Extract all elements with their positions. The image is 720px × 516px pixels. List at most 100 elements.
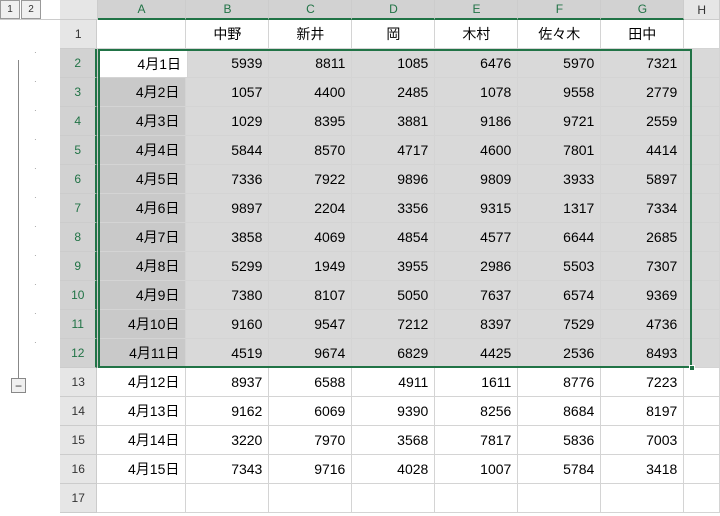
data-cell[interactable]: 2685 xyxy=(601,223,684,252)
cell-empty[interactable] xyxy=(518,484,601,513)
data-cell[interactable]: 1611 xyxy=(435,368,518,397)
data-cell[interactable]: 5836 xyxy=(518,426,601,455)
data-cell[interactable]: 3881 xyxy=(352,107,435,136)
data-cell[interactable]: 6476 xyxy=(435,49,518,78)
data-cell[interactable]: 8570 xyxy=(269,136,352,165)
row-header-8[interactable]: 8 xyxy=(60,223,97,252)
data-cell[interactable]: 4736 xyxy=(601,310,684,339)
header-cell[interactable]: 新井 xyxy=(269,20,352,49)
data-cell[interactable]: 1057 xyxy=(186,78,269,107)
data-cell[interactable]: 3933 xyxy=(518,165,601,194)
data-cell[interactable]: 6588 xyxy=(269,368,352,397)
select-all-corner[interactable] xyxy=(60,0,98,20)
header-cell[interactable]: 岡 xyxy=(352,20,435,49)
row-header-17[interactable]: 17 xyxy=(60,484,97,513)
cell-empty[interactable] xyxy=(684,339,720,368)
date-cell[interactable]: 4月8日 xyxy=(97,252,186,281)
data-cell[interactable]: 9160 xyxy=(186,310,269,339)
cell-empty[interactable] xyxy=(269,484,352,513)
row-header-5[interactable]: 5 xyxy=(60,136,97,165)
row-header-7[interactable]: 7 xyxy=(60,194,97,223)
data-cell[interactable]: 5897 xyxy=(601,165,684,194)
data-cell[interactable]: 2485 xyxy=(352,78,435,107)
data-cell[interactable]: 1949 xyxy=(269,252,352,281)
cell-empty[interactable] xyxy=(684,484,720,513)
data-cell[interactable]: 9315 xyxy=(435,194,518,223)
data-cell[interactable]: 9721 xyxy=(518,107,601,136)
data-cell[interactable]: 7003 xyxy=(601,426,684,455)
cell-empty[interactable] xyxy=(684,281,720,310)
data-cell[interactable]: 7212 xyxy=(352,310,435,339)
row-header-1[interactable]: 1 xyxy=(60,20,97,49)
data-cell[interactable]: 9897 xyxy=(186,194,269,223)
data-cell[interactable]: 9896 xyxy=(352,165,435,194)
date-cell[interactable]: 4月11日 xyxy=(97,339,186,368)
row-header-13[interactable]: 13 xyxy=(60,368,97,397)
data-cell[interactable]: 3858 xyxy=(186,223,269,252)
data-cell[interactable]: 7321 xyxy=(601,49,684,78)
data-cell[interactable]: 8937 xyxy=(186,368,269,397)
data-cell[interactable]: 4854 xyxy=(352,223,435,252)
column-header-F[interactable]: F xyxy=(518,0,601,20)
data-cell[interactable]: 9162 xyxy=(186,397,269,426)
data-cell[interactable]: 7529 xyxy=(518,310,601,339)
row-header-14[interactable]: 14 xyxy=(60,397,97,426)
data-cell[interactable]: 1317 xyxy=(518,194,601,223)
cell-empty[interactable] xyxy=(684,78,720,107)
data-cell[interactable]: 4600 xyxy=(435,136,518,165)
data-cell[interactable]: 3568 xyxy=(352,426,435,455)
data-cell[interactable]: 9716 xyxy=(269,455,352,484)
header-cell[interactable]: 佐々木 xyxy=(518,20,601,49)
date-cell[interactable]: 4月3日 xyxy=(97,107,186,136)
date-cell[interactable]: 4月14日 xyxy=(97,426,186,455)
column-header-B[interactable]: B xyxy=(186,0,269,20)
header-cell[interactable] xyxy=(97,20,186,49)
column-header-E[interactable]: E xyxy=(435,0,518,20)
column-header-G[interactable]: G xyxy=(601,0,684,20)
cell-empty[interactable] xyxy=(684,368,720,397)
data-cell[interactable]: 7380 xyxy=(186,281,269,310)
data-cell[interactable]: 1078 xyxy=(435,78,518,107)
date-cell[interactable]: 4月9日 xyxy=(97,281,186,310)
data-cell[interactable]: 7223 xyxy=(601,368,684,397)
cell-empty[interactable] xyxy=(684,107,720,136)
data-cell[interactable]: 7970 xyxy=(269,426,352,455)
data-cell[interactable]: 9558 xyxy=(518,78,601,107)
outline-level-1[interactable]: 1 xyxy=(0,0,20,19)
row-header-10[interactable]: 10 xyxy=(60,281,97,310)
data-cell[interactable]: 1029 xyxy=(186,107,269,136)
data-cell[interactable]: 8493 xyxy=(601,339,684,368)
row-header-16[interactable]: 16 xyxy=(60,455,97,484)
row-header-4[interactable]: 4 xyxy=(60,107,97,136)
data-cell[interactable]: 5503 xyxy=(518,252,601,281)
data-cell[interactable]: 7334 xyxy=(601,194,684,223)
data-cell[interactable]: 8811 xyxy=(269,49,352,78)
date-cell[interactable]: 4月15日 xyxy=(97,455,186,484)
data-cell[interactable]: 7922 xyxy=(269,165,352,194)
row-header-2[interactable]: 2 xyxy=(60,49,97,78)
date-cell[interactable]: 4月4日 xyxy=(97,136,186,165)
date-cell[interactable]: 4月10日 xyxy=(97,310,186,339)
data-cell[interactable]: 8395 xyxy=(269,107,352,136)
data-cell[interactable]: 7637 xyxy=(435,281,518,310)
data-cell[interactable]: 5784 xyxy=(518,455,601,484)
date-cell[interactable]: 4月7日 xyxy=(97,223,186,252)
row-header-15[interactable]: 15 xyxy=(60,426,97,455)
cell-empty[interactable] xyxy=(684,165,720,194)
outline-collapse-button[interactable]: − xyxy=(11,378,26,393)
data-cell[interactable]: 2204 xyxy=(269,194,352,223)
data-cell[interactable]: 3356 xyxy=(352,194,435,223)
row-header-3[interactable]: 3 xyxy=(60,78,97,107)
column-header-C[interactable]: C xyxy=(269,0,352,20)
data-cell[interactable]: 8684 xyxy=(518,397,601,426)
data-cell[interactable]: 7336 xyxy=(186,165,269,194)
cell-empty[interactable] xyxy=(352,484,435,513)
cell-empty[interactable] xyxy=(684,194,720,223)
cell-empty[interactable] xyxy=(186,484,269,513)
column-header-A[interactable]: A xyxy=(98,0,187,20)
date-cell[interactable]: 4月12日 xyxy=(97,368,186,397)
row-header-11[interactable]: 11 xyxy=(60,310,97,339)
data-cell[interactable]: 2559 xyxy=(601,107,684,136)
data-cell[interactable]: 4717 xyxy=(352,136,435,165)
cell-empty[interactable] xyxy=(684,310,720,339)
